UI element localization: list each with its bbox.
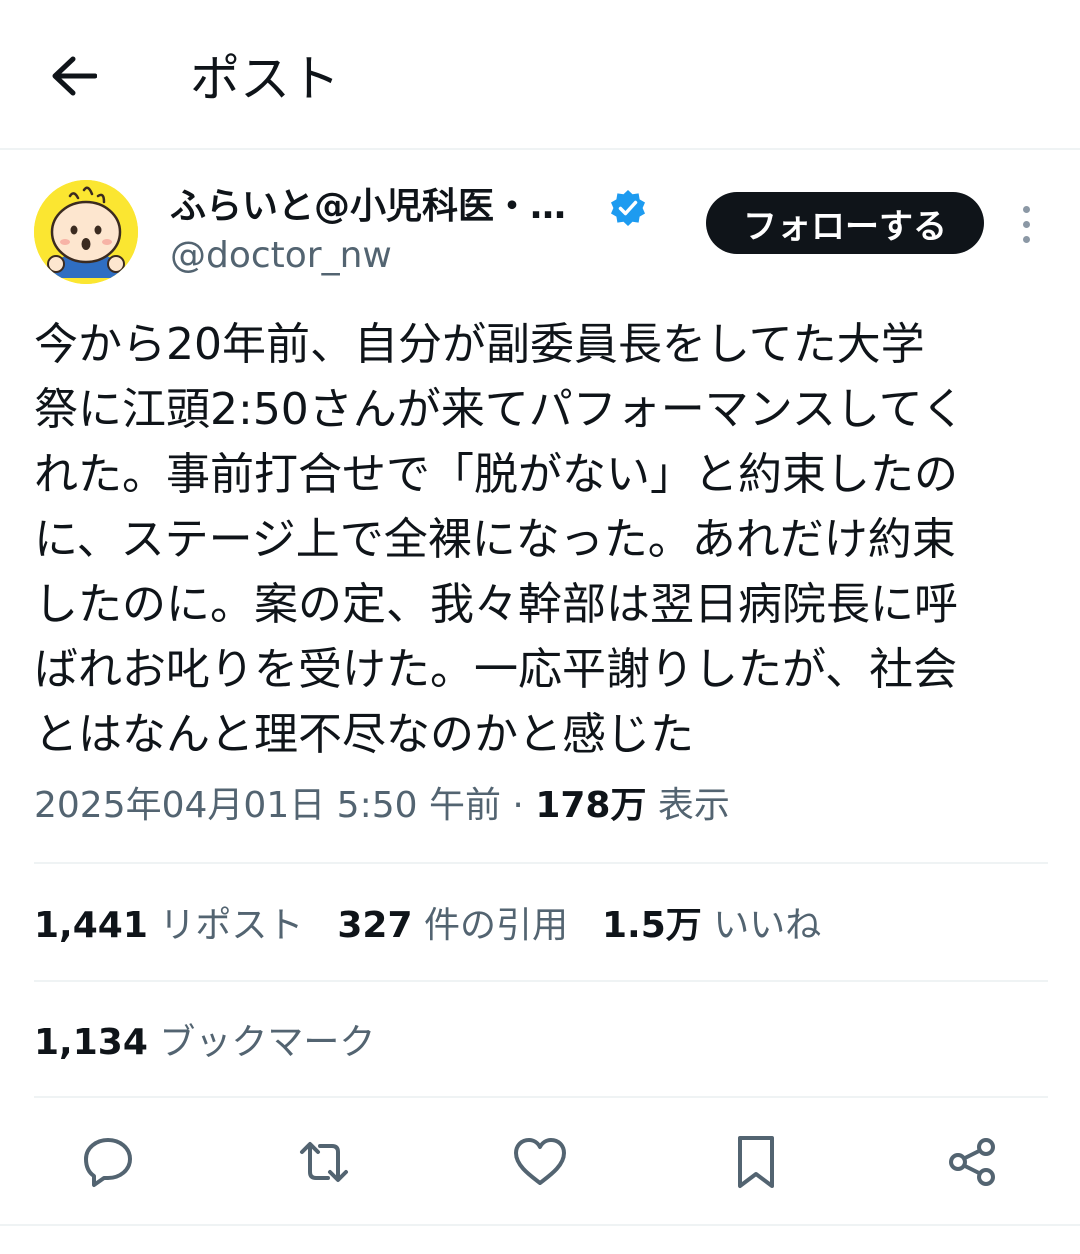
divider <box>34 980 1048 982</box>
likes-stat[interactable]: 1.5万 いいね <box>602 900 821 952</box>
back-button[interactable] <box>44 46 104 106</box>
reposts-label: リポスト <box>159 905 304 946</box>
bookmark-button[interactable] <box>724 1130 788 1194</box>
likes-label: いいね <box>713 905 822 946</box>
divider <box>0 1224 1080 1226</box>
page-title: ポスト <box>190 50 340 108</box>
share-button[interactable] <box>940 1130 1004 1194</box>
bookmark-icon <box>738 1136 774 1188</box>
reposts-stat[interactable]: 1,441 リポスト <box>34 900 303 952</box>
divider <box>34 862 1048 864</box>
baby-avatar-icon <box>34 180 138 284</box>
repost-button[interactable] <box>292 1130 356 1194</box>
top-bar: ポスト <box>0 0 1080 150</box>
author-handle[interactable]: @doctor_nw <box>170 234 392 278</box>
action-bar <box>0 1130 1080 1194</box>
reposts-count: 1,441 <box>34 905 148 946</box>
post-meta: 2025年04月01日 5:50 午前 · 178万 表示 <box>34 782 730 830</box>
quotes-stat[interactable]: 327 件の引用 <box>337 900 568 952</box>
divider <box>34 1096 1048 1098</box>
bookmarks-count: 1,134 <box>34 1022 148 1063</box>
views-label: 表示 <box>657 785 730 826</box>
share-icon <box>949 1138 995 1186</box>
verified-badge-icon <box>611 190 645 226</box>
quotes-count: 327 <box>337 905 413 946</box>
bookmarks-label: ブックマーク <box>159 1022 376 1063</box>
arrow-left-icon <box>52 56 97 96</box>
views-count: 178万 <box>535 785 647 826</box>
engagement-stats: 1,441 リポスト 327 件の引用 1.5万 いいね <box>34 900 855 952</box>
avatar[interactable] <box>34 180 138 284</box>
post-text: 今から20年前、自分が副委員長をしてた大学 祭に江頭2:50さんが来てパフォーマ… <box>34 319 966 760</box>
reply-icon <box>84 1138 132 1187</box>
repost-icon <box>300 1142 348 1182</box>
heart-icon <box>514 1138 566 1185</box>
more-vertical-icon-dot <box>1022 235 1030 243</box>
like-button[interactable] <box>508 1130 572 1194</box>
more-options-button[interactable] <box>1008 196 1044 252</box>
post-timestamp[interactable]: 2025年04月01日 5:50 午前 <box>34 785 501 826</box>
follow-button[interactable]: フォローする <box>706 192 984 254</box>
bookmarks-stat[interactable]: 1,134 ブックマーク <box>34 1017 375 1069</box>
more-vertical-icon-dot <box>1022 220 1030 228</box>
reply-button[interactable] <box>76 1130 140 1194</box>
author-display-name[interactable]: ふらいと@小児科医・… <box>170 184 566 230</box>
likes-count: 1.5万 <box>601 905 702 946</box>
quotes-label: 件の引用 <box>423 905 568 946</box>
meta-separator: · <box>500 785 536 826</box>
more-vertical-icon <box>1022 205 1030 213</box>
